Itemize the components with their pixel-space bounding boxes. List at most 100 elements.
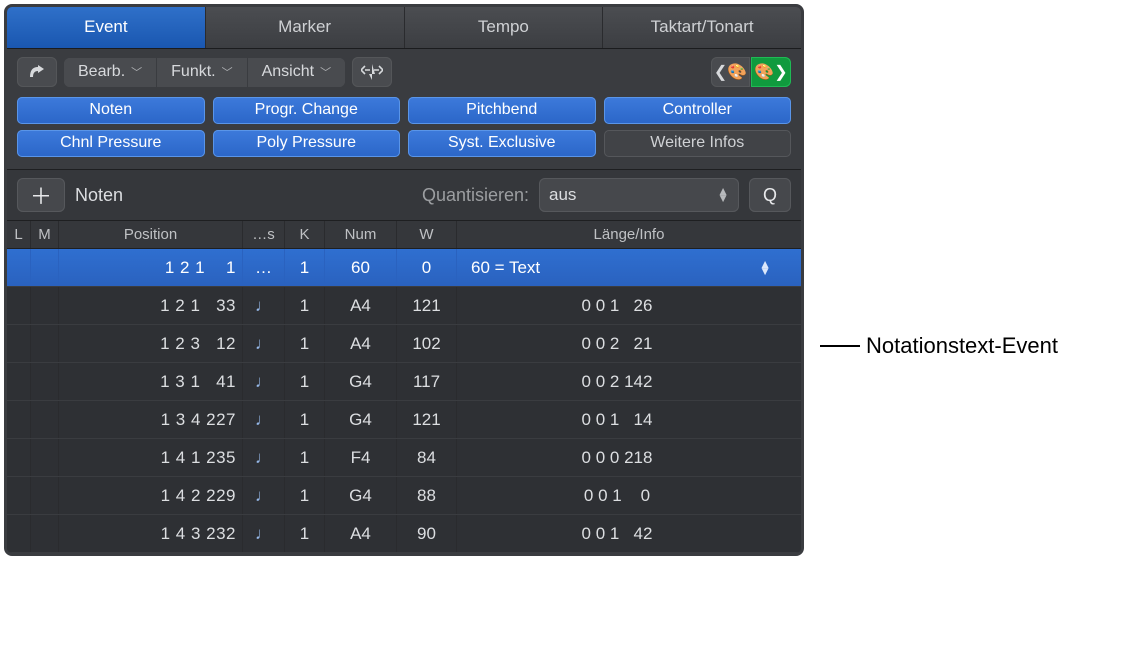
cell-length-info: 60 = Text▲▼ [457,249,801,286]
cell-position: 1 2 1 1 [59,249,243,286]
col-channel[interactable]: K [285,221,325,248]
cell-status: ♩ [243,439,285,476]
cell-number: A4 [325,287,397,324]
cell-status: ♩ [243,287,285,324]
cell-length-info: 0 0 1 14 [457,401,801,438]
col-value[interactable]: W [397,221,457,248]
cell-length-info: 0 0 0 218 [457,439,801,476]
table-row[interactable]: 1 4 3 232♩1A4900 0 1 42 [7,515,801,553]
note-icon: ♩ [255,296,272,316]
filter-sysex[interactable]: Syst. Exclusive [408,130,596,157]
plus-icon: ＋ [30,179,52,211]
note-icon: ♩ [255,448,272,468]
chevron-down-icon: ﹀ [131,64,142,80]
col-loop[interactable]: L [7,221,31,248]
cell-status: ♩ [243,325,285,362]
cell-status: ♩ [243,363,285,400]
cell-status: ♩ [243,477,285,514]
cell-loop [7,287,31,324]
col-number[interactable]: Num [325,221,397,248]
tab-tempo[interactable]: Tempo [405,7,604,48]
cell-mute [31,249,59,286]
quantize-label: Quantisieren: [422,185,529,206]
cell-channel: 1 [285,249,325,286]
color-palette-group: ❮🎨 🎨❯ [711,57,791,87]
filter-notes[interactable]: Noten [17,97,205,124]
cell-number: 60 [325,249,397,286]
note-icon: ♩ [255,334,272,354]
chevron-down-icon: ﹀ [320,64,331,80]
cell-loop [7,477,31,514]
action-bar: ＋ Noten Quantisieren: aus ▲▼ Q [7,170,801,221]
cell-mute [31,325,59,362]
event-type-filters: Noten Progr. Change Pitchbend Controller… [7,97,801,170]
cell-value: 90 [397,515,457,552]
stepper-icon[interactable]: ▲▼ [759,261,771,275]
cell-mute [31,287,59,324]
cell-value: 121 [397,401,457,438]
palette-icon: 🎨❯ [754,62,787,82]
col-length-info[interactable]: Länge/Info [457,221,801,248]
filter-controller[interactable]: Controller [604,97,792,124]
table-row[interactable]: 1 4 1 235♩1F4840 0 0 218 [7,439,801,477]
catch-playhead-button[interactable] [17,57,57,87]
cell-mute [31,401,59,438]
edit-menu-label: Bearb. [78,63,125,81]
functions-menu[interactable]: Funkt. ﹀ [157,58,247,87]
cell-length-info: 0 0 1 26 [457,287,801,324]
view-menu[interactable]: Ansicht ﹀ [248,58,345,87]
tab-marker[interactable]: Marker [206,7,405,48]
quantize-select[interactable]: aus ▲▼ [539,178,739,212]
callout-line [820,345,860,347]
table-row[interactable]: 1 3 1 41♩1G41170 0 2 142 [7,363,801,401]
table-row[interactable]: 1 2 1 1…160060 = Text▲▼ [7,249,801,287]
cell-value: 117 [397,363,457,400]
cell-channel: 1 [285,325,325,362]
toolbar: Bearb. ﹀ Funkt. ﹀ Ansicht ﹀ [7,49,801,97]
annotation-callout: Notationstext-Event [820,333,1058,359]
filter-toggle-button[interactable] [352,57,392,87]
quantize-button[interactable]: Q [749,178,791,212]
cell-status: ♩ [243,515,285,552]
cell-number: G4 [325,477,397,514]
filter-poly-pressure[interactable]: Poly Pressure [213,130,401,157]
event-table-body: 1 2 1 1…160060 = Text▲▼1 2 1 33♩1A41210 … [7,249,801,553]
cell-channel: 1 [285,401,325,438]
table-row[interactable]: 1 2 3 12♩1A41020 0 2 21 [7,325,801,363]
col-position[interactable]: Position [59,221,243,248]
cell-channel: 1 [285,515,325,552]
menu-segment: Bearb. ﹀ Funkt. ﹀ Ansicht ﹀ [64,58,345,87]
cell-status: … [243,249,285,286]
filter-additional-info[interactable]: Weitere Infos [604,130,792,157]
cell-position: 1 3 4 227 [59,401,243,438]
cell-length-info: 0 0 2 142 [457,363,801,400]
tab-signature[interactable]: Taktart/Tonart [603,7,801,48]
table-row[interactable]: 1 3 4 227♩1G41210 0 1 14 [7,401,801,439]
filter-pitchbend[interactable]: Pitchbend [408,97,596,124]
cell-position: 1 4 1 235 [59,439,243,476]
cell-number: A4 [325,325,397,362]
cell-number: G4 [325,363,397,400]
catch-icon [28,64,46,80]
cell-loop [7,401,31,438]
color-palette-prev[interactable]: ❮🎨 [711,57,751,87]
palette-icon: ❮🎨 [714,62,747,82]
filter-program-change[interactable]: Progr. Change [213,97,401,124]
cell-value: 121 [397,287,457,324]
cell-number: F4 [325,439,397,476]
col-status[interactable]: …s [243,221,285,248]
cell-length-info: 0 0 1 0 [457,477,801,514]
edit-menu[interactable]: Bearb. ﹀ [64,58,157,87]
tab-event[interactable]: Event [7,7,206,48]
add-event-button[interactable]: ＋ [17,178,65,212]
table-row[interactable]: 1 4 2 229♩1G4880 0 1 0 [7,477,801,515]
filter-channel-pressure[interactable]: Chnl Pressure [17,130,205,157]
table-row[interactable]: 1 2 1 33♩1A41210 0 1 26 [7,287,801,325]
cell-value: 102 [397,325,457,362]
cell-length-info: 0 0 2 21 [457,325,801,362]
cell-value: 0 [397,249,457,286]
quantize-value: aus [549,185,576,205]
color-palette-next[interactable]: 🎨❯ [751,57,791,87]
col-mute[interactable]: M [31,221,59,248]
note-icon: ♩ [255,486,272,506]
